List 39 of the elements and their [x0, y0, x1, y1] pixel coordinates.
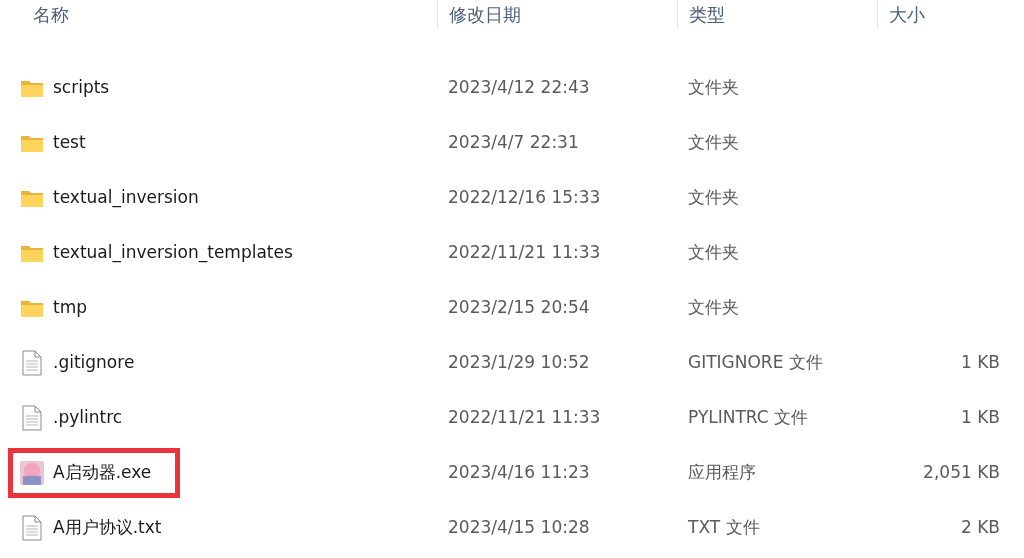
- modified-date: 2022/11/21 11:33: [448, 241, 601, 262]
- file-type: 文件夹: [688, 241, 739, 262]
- file-name[interactable]: test: [53, 129, 86, 156]
- file-size: 2 KB: [960, 516, 1000, 537]
- file-size: 1 KB: [960, 351, 1000, 372]
- file-type: 应用程序: [688, 461, 756, 482]
- modified-date: 2023/4/12 22:43: [448, 76, 590, 97]
- modified-date: 2023/4/7 22:31: [448, 131, 579, 152]
- file-type: GITIGNORE 文件: [688, 351, 823, 372]
- column-header[interactable]: 类型: [689, 0, 725, 28]
- app-icon: [20, 460, 44, 485]
- document-icon: [22, 404, 42, 431]
- file-name[interactable]: A启动器.exe: [53, 459, 152, 486]
- document-icon: [22, 349, 42, 376]
- file-type: 文件夹: [688, 186, 739, 207]
- file-name[interactable]: tmp: [53, 294, 88, 321]
- file-size: 2,051 KB: [923, 461, 1000, 482]
- file-name[interactable]: .pylintrc: [53, 404, 123, 431]
- column-header[interactable]: 名称: [33, 0, 69, 28]
- file-type: 文件夹: [688, 296, 739, 317]
- modified-date: 2023/1/29 10:52: [448, 351, 590, 372]
- modified-date: 2022/11/21 11:33: [448, 406, 601, 427]
- column-header[interactable]: 修改日期: [449, 0, 521, 28]
- document-icon: [22, 514, 42, 541]
- column-header[interactable]: 大小: [889, 0, 925, 28]
- file-type: 文件夹: [688, 76, 739, 97]
- file-type: TXT 文件: [688, 516, 760, 537]
- file-type: 文件夹: [688, 131, 739, 152]
- modified-date: 2023/2/15 20:54: [448, 296, 590, 317]
- file-name[interactable]: textual_inversion: [53, 184, 199, 211]
- file-name[interactable]: textual_inversion_templates: [53, 239, 293, 266]
- file-type: PYLINTRC 文件: [688, 406, 809, 427]
- modified-date: 2022/12/16 15:33: [448, 186, 601, 207]
- file-size: 1 KB: [960, 406, 1000, 427]
- file-name[interactable]: .gitignore: [53, 349, 135, 376]
- file-name[interactable]: A用户协议.txt: [53, 514, 162, 541]
- modified-date: 2023/4/16 11:23: [448, 461, 590, 482]
- file-name[interactable]: scripts: [53, 74, 110, 101]
- modified-date: 2023/4/15 10:28: [448, 516, 590, 537]
